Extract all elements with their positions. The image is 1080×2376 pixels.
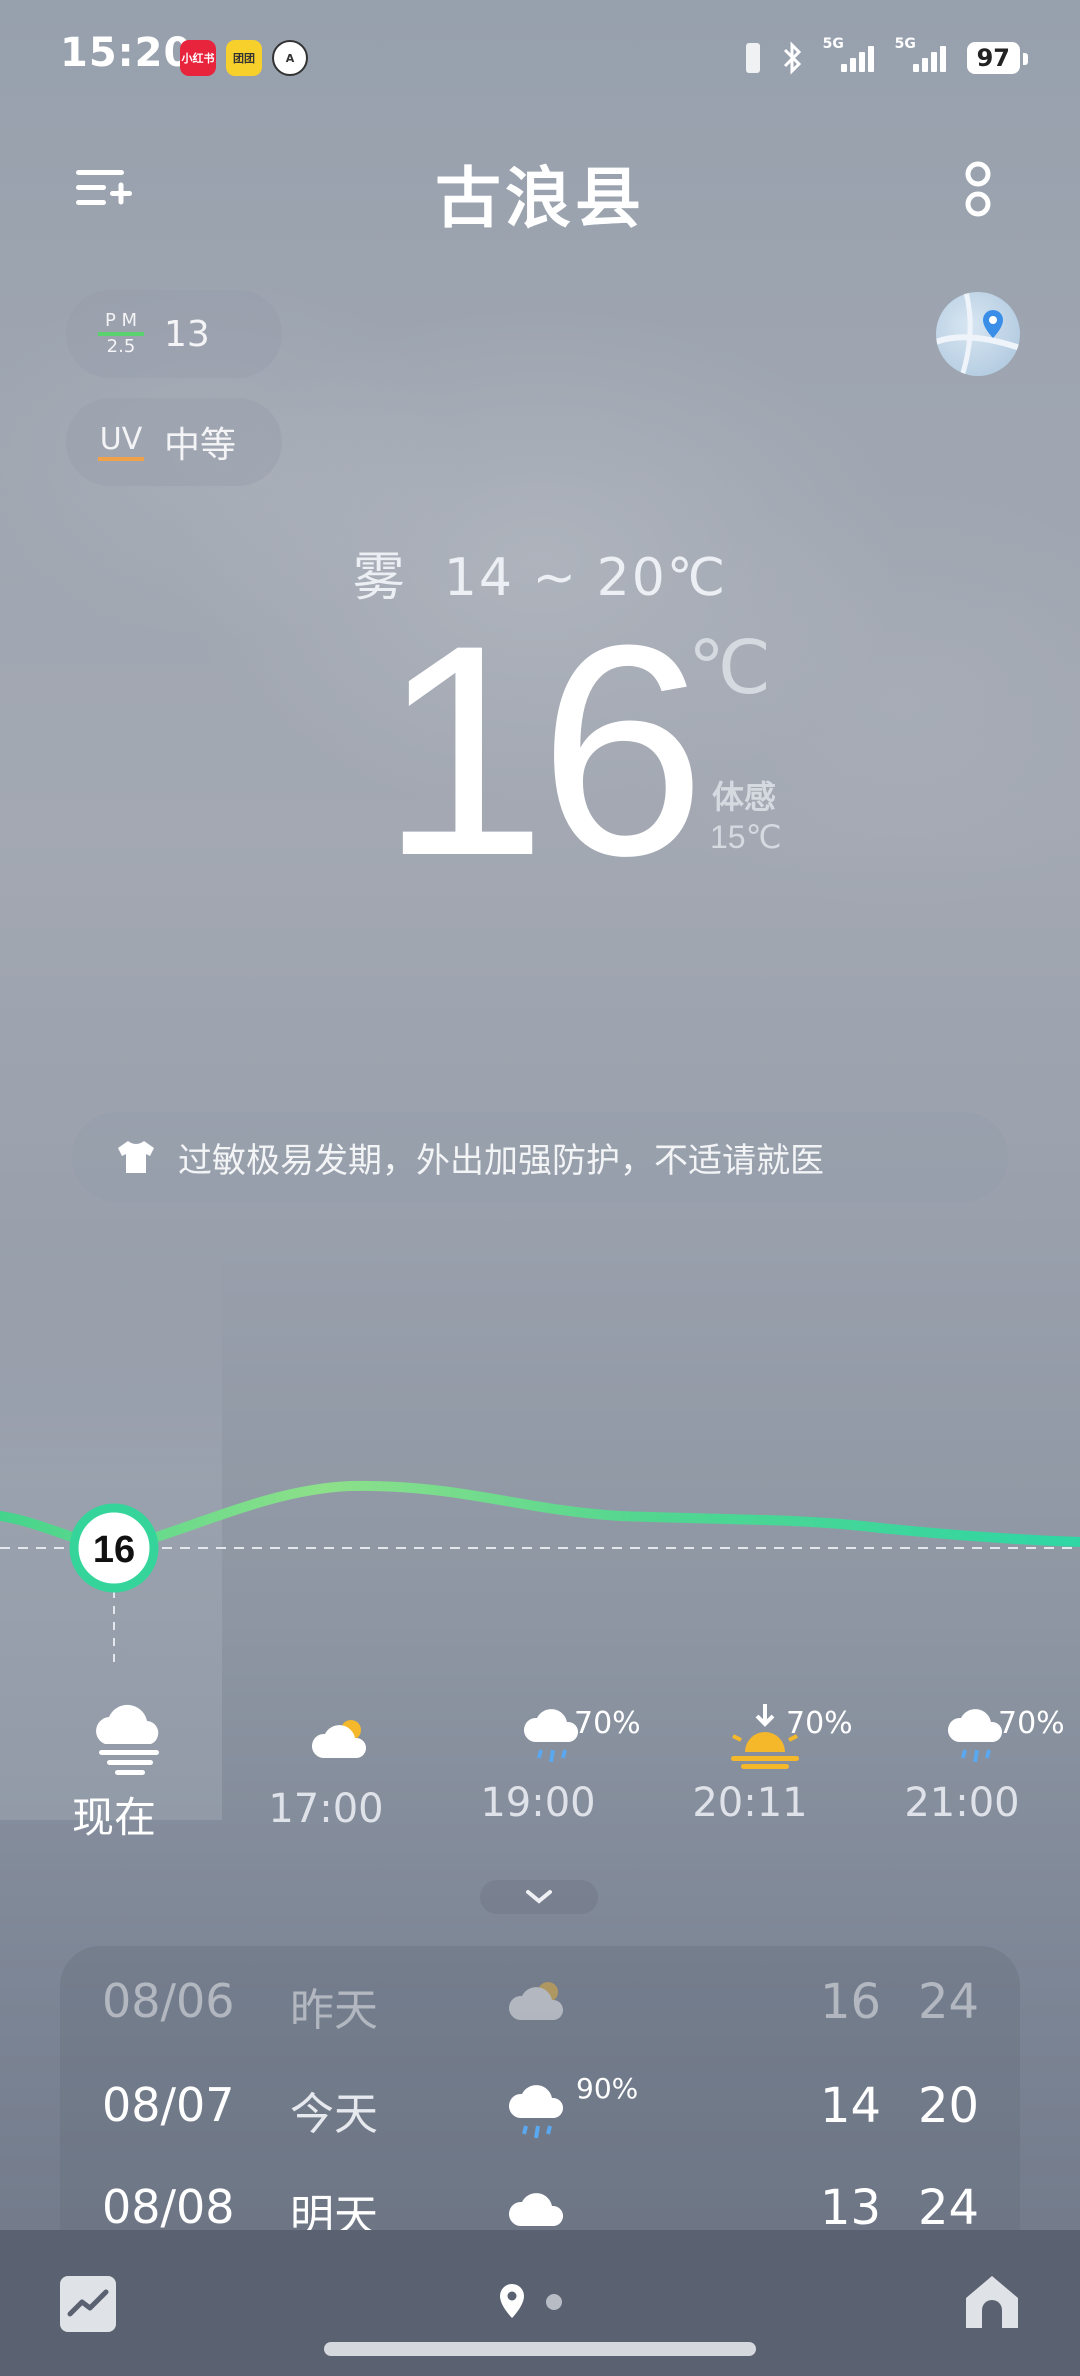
hour-precip: 70% bbox=[786, 1706, 853, 1741]
vibrate-icon bbox=[745, 43, 760, 73]
daily-weekday: 昨天 bbox=[290, 1985, 378, 2036]
partly-cloudy-icon bbox=[508, 1982, 564, 2020]
life-tip-banner[interactable]: 过敏极易发期，外出加强防护，不适请就医 bbox=[72, 1112, 1008, 1202]
hour-item-1900[interactable]: 70% 19:00 bbox=[468, 1700, 640, 1826]
fog-icon bbox=[96, 1704, 159, 1775]
hour-time: 17:00 bbox=[268, 1786, 384, 1832]
cloudy-icon bbox=[508, 2193, 564, 2226]
hour-precip: 70% bbox=[998, 1706, 1065, 1741]
map-pin-icon bbox=[936, 292, 1020, 376]
daily-low: 13 bbox=[820, 2180, 882, 2236]
daily-precip: 90% bbox=[576, 2072, 639, 2105]
pm25-value: 13 bbox=[164, 313, 210, 355]
home-widget-button[interactable] bbox=[960, 2270, 1024, 2334]
daily-row-yesterday[interactable]: 08/06 昨天 16 24 bbox=[60, 1974, 1020, 2074]
hour-precip: 70% bbox=[574, 1706, 641, 1741]
pm25-pill[interactable]: P M 2.5 13 bbox=[66, 290, 282, 378]
status-right: 5G 5G 97 bbox=[743, 36, 1029, 80]
life-tip-text: 过敏极易发期，外出加强防护，不适请就医 bbox=[178, 1140, 824, 1181]
daily-high: 20 bbox=[918, 2078, 980, 2134]
feels-like-label: 体感 bbox=[712, 778, 777, 816]
temp-unit: ℃ bbox=[688, 626, 772, 709]
current-temperature: 16 bbox=[380, 582, 706, 918]
daily-weekday: 今天 bbox=[290, 2089, 378, 2140]
daily-date: 08/08 bbox=[102, 2180, 235, 2234]
status-time: 15:20 bbox=[60, 30, 193, 76]
now-temp-value: 16 bbox=[93, 1529, 135, 1571]
chevron-down-icon bbox=[526, 1890, 552, 1904]
hour-item-2100[interactable]: 70% 21:00 bbox=[892, 1700, 1064, 1826]
daily-low: 14 bbox=[820, 2078, 882, 2134]
tuantuan-app-icon: 团团 bbox=[226, 40, 262, 76]
xiaohongshu-app-icon: 小红书 bbox=[180, 40, 216, 76]
partly-cloudy-icon bbox=[311, 1720, 366, 1758]
tshirt-icon bbox=[118, 1141, 154, 1173]
battery-indicator: 97 bbox=[966, 42, 1029, 74]
location-dot-icon bbox=[500, 2284, 562, 2318]
daily-high: 24 bbox=[918, 1974, 980, 2030]
hour-time: 20:11 bbox=[692, 1780, 808, 1826]
more-icon bbox=[965, 161, 991, 217]
temperature-curve bbox=[0, 1480, 1080, 1554]
signal-1: 5G bbox=[823, 36, 879, 76]
page-indicator bbox=[496, 2282, 566, 2326]
gesture-home-indicator[interactable] bbox=[324, 2342, 756, 2356]
signal-2: 5G bbox=[895, 36, 951, 76]
trend-button[interactable] bbox=[60, 2276, 116, 2332]
more-options-button[interactable] bbox=[960, 158, 996, 222]
daily-low: 16 bbox=[820, 1974, 882, 2030]
expand-hourly-button[interactable] bbox=[480, 1880, 598, 1914]
uv-pill[interactable]: UV 中等 bbox=[66, 398, 282, 486]
feels-like-value: 15℃ bbox=[710, 819, 782, 855]
daily-row-today[interactable]: 08/07 今天 90% 14 20 bbox=[60, 2072, 1020, 2178]
map-button[interactable] bbox=[936, 292, 1020, 376]
daily-date: 08/06 bbox=[102, 1974, 235, 2028]
hour-time: 21:00 bbox=[904, 1780, 1020, 1826]
city-title: 古浪县 bbox=[435, 160, 645, 237]
hour-item-1700[interactable]: 17:00 bbox=[256, 1700, 396, 1832]
hour-item-now[interactable]: 现在 bbox=[44, 1700, 184, 1845]
hour-time: 现在 bbox=[71, 1793, 156, 1842]
uv-label: UV bbox=[98, 423, 144, 461]
trend-chart-icon bbox=[67, 2289, 109, 2317]
uv-color-bar bbox=[98, 457, 144, 461]
uv-value: 中等 bbox=[164, 425, 237, 466]
temperature-curve-chart: 16 bbox=[0, 1480, 1080, 1668]
daily-date: 08/07 bbox=[102, 2078, 235, 2132]
daily-forecast-card: 08/06 昨天 16 24 08/07 今天 90% 14 20 08/08 … bbox=[60, 1946, 1020, 2246]
status-bar: 15:20 小红书 团团 A 5G 5G 97 bbox=[0, 0, 1080, 118]
hour-item-sunset[interactable]: 70% 20:11 bbox=[680, 1700, 853, 1826]
rain-icon bbox=[508, 2085, 564, 2139]
pm25-label: P M 2.5 bbox=[98, 312, 144, 356]
a-app-icon: A bbox=[272, 40, 308, 76]
home-icon bbox=[966, 2276, 1018, 2328]
bluetooth-icon bbox=[783, 41, 801, 75]
daily-high: 24 bbox=[918, 2180, 980, 2236]
hour-time: 19:00 bbox=[480, 1780, 596, 1826]
